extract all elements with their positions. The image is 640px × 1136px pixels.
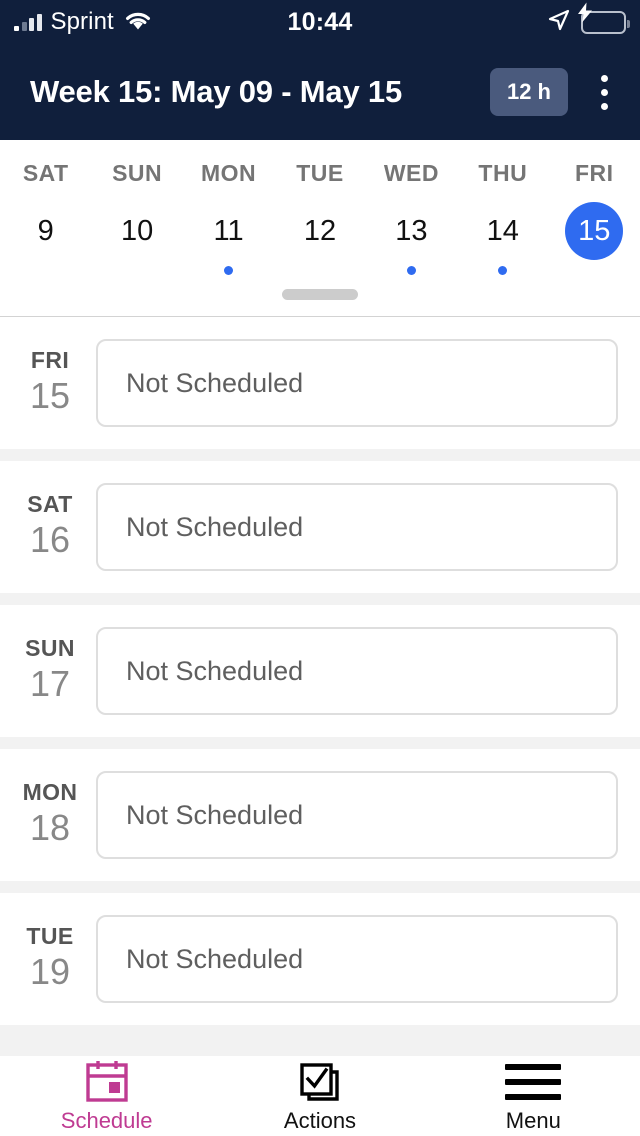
nav-item-schedule[interactable]: Schedule (0, 1060, 213, 1132)
week-day-event-dot (406, 266, 416, 275)
kebab-menu-icon[interactable] (582, 63, 626, 121)
schedule-row-date: TUE 19 (14, 923, 86, 993)
schedule-row-separator (0, 881, 640, 893)
week-day-fri[interactable]: FRI 15 (549, 162, 640, 275)
week-day-number-wrap: 15 (565, 202, 624, 260)
schedule-row[interactable]: MON 18 Not Scheduled (0, 749, 640, 881)
week-day-number: 14 (486, 214, 519, 247)
week-day-number-wrap: 11 (200, 202, 258, 260)
status-bar-clock: 10:44 (287, 7, 353, 36)
week-day-event-dot (498, 266, 508, 275)
week-day-number-wrap: 9 (17, 202, 75, 260)
schedule-row-card[interactable]: Not Scheduled (96, 771, 618, 859)
week-day-sat[interactable]: SAT 9 (0, 162, 91, 275)
week-day-number: 12 (303, 214, 337, 247)
status-bar-left: Sprint (14, 8, 222, 36)
carrier-label: Sprint (50, 8, 114, 35)
schedule-row-status: Not Scheduled (126, 367, 304, 398)
week-day-label: WED (383, 160, 439, 186)
nav-item-menu[interactable]: Menu (427, 1060, 640, 1132)
schedule-row-status: Not Scheduled (126, 943, 304, 974)
schedule-row-card[interactable]: Not Scheduled (96, 627, 618, 715)
schedule-row[interactable]: FRI 15 Not Scheduled (0, 317, 640, 449)
schedule-row-card[interactable]: Not Scheduled (96, 915, 618, 1003)
week-day-number-wrap: 12 (291, 202, 349, 260)
week-strip: SAT 9 SUN 10 MON 11 TUE 12 WED 13 THU 14 FRI 15 (0, 140, 640, 317)
week-day-tue[interactable]: TUE 12 (274, 162, 365, 275)
schedule-row-weekday: SAT (27, 491, 73, 518)
schedule-row-daynumber: 17 (29, 663, 71, 705)
week-day-number-wrap: 13 (382, 202, 440, 260)
week-day-label: MON (200, 160, 257, 186)
week-day-label: THU (478, 160, 528, 186)
schedule-row-daynumber: 16 (29, 519, 71, 561)
calendar-icon (84, 1060, 130, 1104)
nav-item-actions[interactable]: Actions (213, 1060, 426, 1132)
schedule-row-date: SAT 16 (14, 491, 86, 561)
schedule-row-daynumber: 18 (29, 807, 71, 849)
schedule-row-status: Not Scheduled (126, 655, 304, 686)
bottom-navigation-bar: Schedule Actions Menu (0, 1056, 640, 1136)
nav-label-menu: Menu (505, 1108, 561, 1133)
week-day-label: FRI (574, 160, 614, 186)
week-strip-grabber-row (0, 275, 640, 316)
schedule-row-status: Not Scheduled (126, 511, 304, 542)
app-root: Sprint 10:44 Week 15: May 09 - May 15 12… (0, 0, 640, 1136)
schedule-row-weekday: MON (22, 779, 78, 806)
schedule-row-separator (0, 449, 640, 461)
week-day-label: SUN (112, 160, 163, 186)
nav-label-actions: Actions (283, 1108, 357, 1133)
schedule-list[interactable]: FRI 15 Not Scheduled SAT 16 Not Scheduled SUN 1… (0, 317, 640, 1136)
nav-label-schedule: Schedule (60, 1108, 153, 1133)
schedule-row-separator (0, 737, 640, 749)
schedule-row-date: MON 18 (14, 779, 86, 849)
week-day-row: SAT 9 SUN 10 MON 11 TUE 12 WED 13 THU 14 FRI 15 (0, 162, 640, 275)
schedule-row-date: FRI 15 (14, 347, 86, 417)
week-day-thu[interactable]: THU 14 (457, 162, 548, 275)
status-bar: Sprint 10:44 (0, 0, 640, 44)
week-day-number: 9 (37, 214, 54, 247)
schedule-row-card[interactable]: Not Scheduled (96, 339, 618, 427)
week-day-number: 15 (578, 214, 611, 247)
wifi-icon (123, 9, 153, 36)
schedule-row-status: Not Scheduled (126, 799, 304, 830)
schedule-row-card[interactable]: Not Scheduled (96, 483, 618, 571)
battery-charging-icon (578, 2, 630, 34)
week-day-number-wrap: 14 (474, 202, 532, 260)
schedule-row[interactable]: SUN 17 Not Scheduled (0, 605, 640, 737)
week-day-event-dot (224, 266, 234, 275)
schedule-row-separator (0, 593, 640, 605)
week-day-sun[interactable]: SUN 10 (91, 162, 182, 275)
week-day-mon[interactable]: MON 11 (183, 162, 274, 275)
schedule-row[interactable]: SAT 16 Not Scheduled (0, 461, 640, 593)
schedule-row[interactable]: TUE 19 Not Scheduled (0, 893, 640, 1025)
app-header: Week 15: May 09 - May 15 12 h (0, 44, 640, 140)
schedule-row-daynumber: 15 (29, 375, 71, 417)
schedule-row-weekday: TUE (26, 923, 74, 950)
drag-handle-icon[interactable] (282, 289, 358, 300)
schedule-row-weekday: SUN (25, 635, 75, 662)
week-day-number-wrap: 10 (108, 202, 166, 260)
location-arrow-icon (547, 8, 571, 37)
week-day-wed[interactable]: WED 13 (366, 162, 457, 275)
week-day-number: 11 (213, 214, 244, 247)
week-day-label: SAT (22, 160, 69, 186)
page-title: Week 15: May 09 - May 15 (30, 74, 402, 109)
schedule-row-date: SUN 17 (14, 635, 86, 705)
checkbox-stack-icon (297, 1060, 343, 1104)
hamburger-menu-icon (505, 1060, 562, 1104)
week-day-number: 13 (395, 214, 428, 247)
schedule-row-weekday: FRI (30, 347, 70, 374)
hours-toggle-button[interactable]: 12 h (489, 68, 568, 116)
status-bar-right (418, 2, 630, 37)
signal-bars-icon (14, 13, 42, 31)
week-day-label: TUE (296, 160, 344, 186)
week-day-number: 10 (120, 214, 154, 247)
schedule-row-daynumber: 19 (29, 951, 71, 993)
